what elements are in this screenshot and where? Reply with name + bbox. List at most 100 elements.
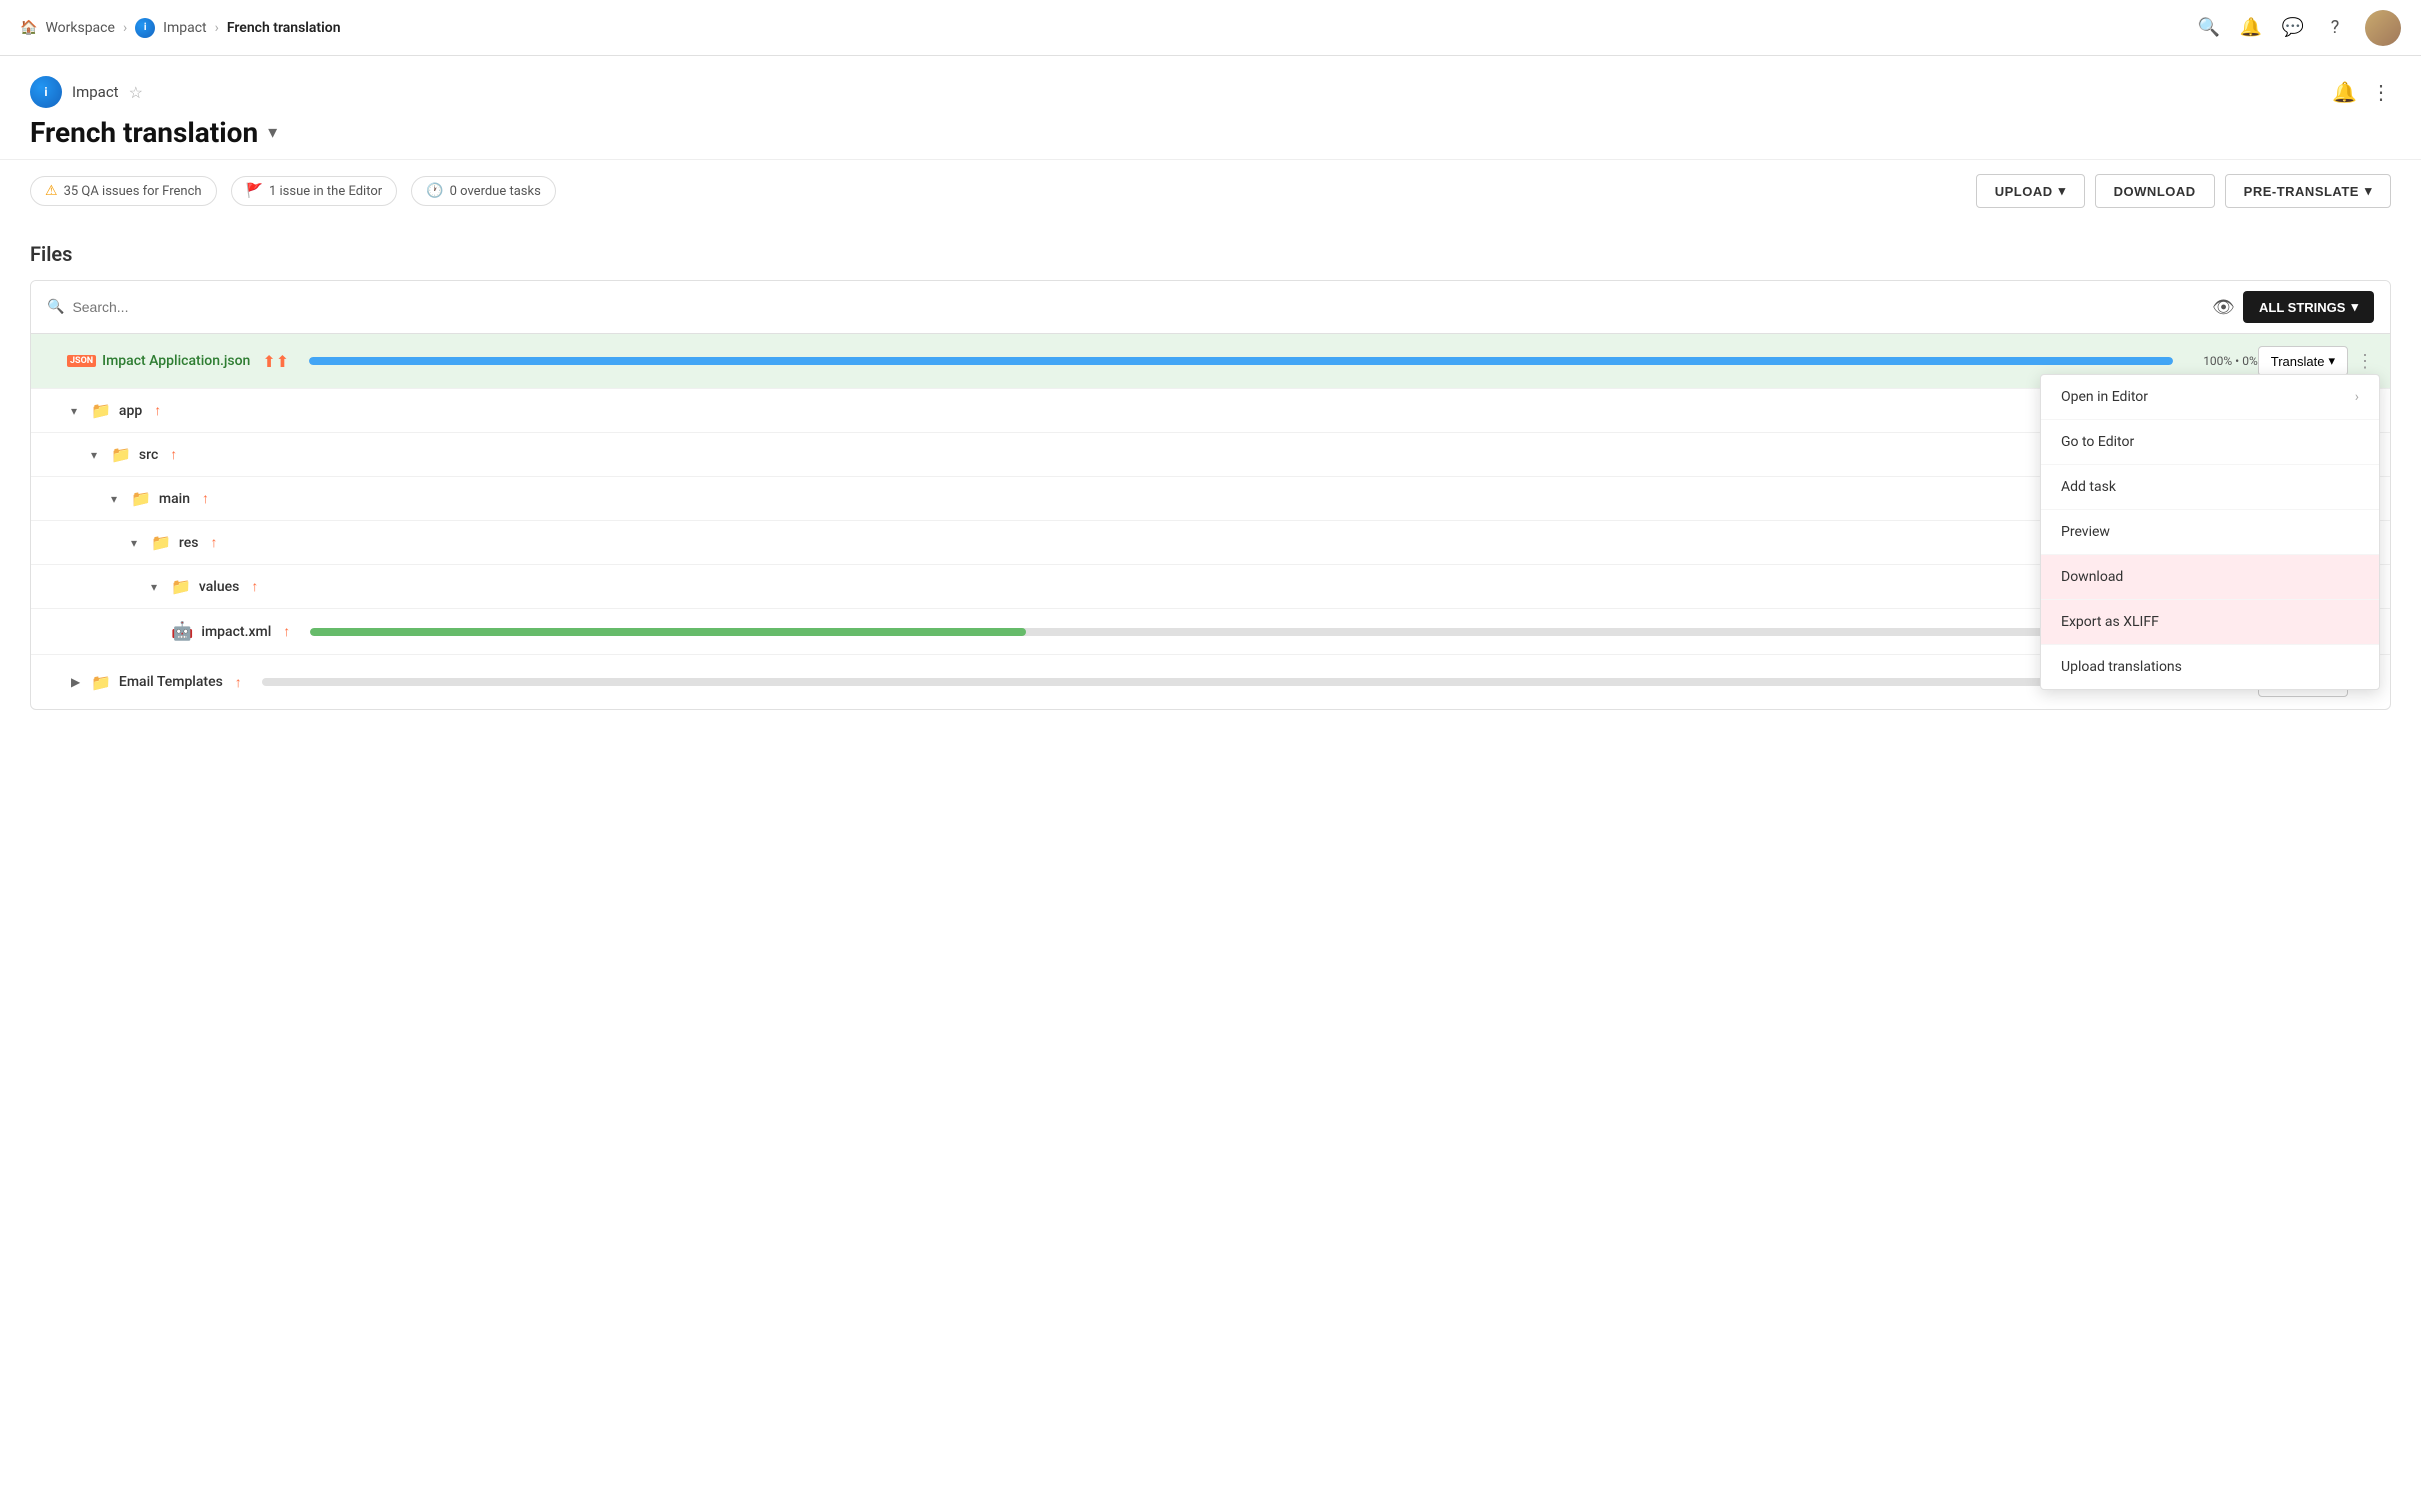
ctx-export-xliff[interactable]: Export as XLIFF: [2041, 600, 2379, 645]
file-row[interactable]: ▶ 📁 Email Templates ↑ 0% • 0% Translate …: [31, 655, 2390, 709]
files-toolbar: 🔍 👁 ALL STRINGS ▾: [31, 281, 2390, 334]
project-icon: i: [30, 76, 62, 108]
star-icon[interactable]: ☆: [129, 83, 143, 102]
row-toggle[interactable]: ▾: [111, 492, 131, 506]
up-arrow-icon: ↑: [202, 490, 209, 507]
progress-wrap: [262, 678, 2187, 686]
json-badge: JSON: [67, 355, 96, 367]
home-icon[interactable]: 🏠: [20, 20, 37, 36]
search-input[interactable]: [72, 299, 2212, 315]
file-name: res: [179, 535, 199, 551]
ctx-download[interactable]: Download: [2041, 555, 2379, 600]
file-row[interactable]: ▾ 📁 main ↑: [31, 477, 2390, 521]
all-strings-label: ALL STRINGS: [2259, 300, 2345, 315]
breadcrumb-sep-2: ›: [215, 20, 219, 36]
row-more-icon[interactable]: ⋮: [2356, 351, 2374, 372]
editor-issues-pill[interactable]: 🚩 1 issue in the Editor: [231, 176, 398, 206]
page-title: French translation: [30, 116, 258, 149]
ctx-upload-translations[interactable]: Upload translations: [2041, 645, 2379, 689]
action-buttons: UPLOAD ▾ DOWNLOAD PRE-TRANSLATE ▾: [1976, 174, 2391, 208]
percent-label: 100% • 0%: [2203, 354, 2258, 368]
ctx-submenu-icon: ›: [2355, 389, 2359, 405]
qa-issues-label: 35 QA issues for French: [64, 184, 202, 199]
file-name: main: [159, 491, 190, 507]
ctx-go-to-editor[interactable]: Go to Editor: [2041, 420, 2379, 465]
project-name[interactable]: Impact: [72, 83, 119, 101]
up-arrow-icon: ↑: [283, 623, 290, 640]
progress-fill: [310, 628, 1025, 636]
ctx-open-editor[interactable]: Open in Editor ›: [2041, 375, 2379, 420]
upload-dropdown-icon: ▾: [2059, 183, 2066, 199]
header-more-icon[interactable]: ⋮: [2371, 80, 2391, 104]
ctx-add-task[interactable]: Add task: [2041, 465, 2379, 510]
file-row[interactable]: ▾ 📁 values ↑: [31, 565, 2390, 609]
all-strings-button[interactable]: ALL STRINGS ▾: [2243, 291, 2374, 323]
translate-dropdown-icon: ▾: [2328, 353, 2335, 369]
workspace-link[interactable]: Workspace: [45, 20, 115, 36]
header-bell-icon[interactable]: 🔔: [2332, 80, 2357, 104]
breadcrumb: 🏠 Workspace › i Impact › French translat…: [20, 18, 2197, 38]
flag-icon: 🚩: [246, 183, 263, 199]
avatar[interactable]: [2365, 10, 2401, 46]
file-row[interactable]: ▾ 📁 src ↑: [31, 433, 2390, 477]
ctx-download-label: Download: [2061, 569, 2123, 585]
status-bar: ⚠ 35 QA issues for French 🚩 1 issue in t…: [0, 160, 2421, 222]
chat-icon[interactable]: 💬: [2281, 16, 2305, 40]
file-row[interactable]: ▾ 📁 app ↑: [31, 389, 2390, 433]
pre-translate-label: PRE-TRANSLATE: [2244, 184, 2359, 199]
row-toggle[interactable]: ▾: [151, 580, 171, 594]
file-row[interactable]: ▾ 📁 res ↑: [31, 521, 2390, 565]
folder-icon: 📁: [151, 533, 171, 552]
all-strings-dropdown-icon: ▾: [2351, 299, 2358, 315]
row-toggle[interactable]: ▾: [71, 404, 91, 418]
up-arrow-icon: ↑: [235, 674, 242, 691]
warning-icon: ⚠: [45, 183, 58, 199]
row-toggle[interactable]: ▾: [131, 536, 151, 550]
upload-button[interactable]: UPLOAD ▾: [1976, 174, 2085, 208]
file-row[interactable]: JSON Impact Application.json ⬆⬆ 100% • 0…: [31, 334, 2390, 389]
download-label: DOWNLOAD: [2114, 184, 2196, 199]
ctx-preview-label: Preview: [2061, 524, 2110, 540]
ctx-preview[interactable]: Preview: [2041, 510, 2379, 555]
files-container: 🔍 👁 ALL STRINGS ▾ JSON Impact Applicatio…: [30, 280, 2391, 710]
row-toggle[interactable]: ▾: [91, 448, 111, 462]
search-icon[interactable]: 🔍: [2197, 16, 2221, 40]
files-section: Files 🔍 👁 ALL STRINGS ▾ JSON Impact Appl…: [0, 222, 2421, 730]
folder-icon: 📁: [111, 445, 131, 464]
progress-wrap: [309, 357, 2173, 365]
progress-bar: [262, 678, 2187, 686]
overdue-tasks-pill[interactable]: 🕐 0 overdue tasks: [411, 176, 556, 206]
project-link[interactable]: Impact: [163, 20, 206, 36]
progress-fill: [309, 357, 2173, 365]
eye-icon[interactable]: 👁: [2212, 297, 2235, 318]
title-dropdown-icon[interactable]: ▾: [268, 122, 277, 143]
ctx-add-task-label: Add task: [2061, 479, 2116, 495]
page-header: i Impact ☆ 🔔 ⋮ French translation ▾: [0, 56, 2421, 160]
help-icon[interactable]: ?: [2323, 16, 2347, 40]
project-label: i Impact ☆ 🔔 ⋮: [30, 76, 2391, 108]
pre-translate-dropdown-icon: ▾: [2365, 183, 2372, 199]
search-wrap: 🔍: [47, 299, 2212, 315]
search-icon: 🔍: [47, 299, 64, 315]
download-button[interactable]: DOWNLOAD: [2095, 174, 2215, 208]
file-row[interactable]: 🤖 impact.xml ↑: [31, 609, 2390, 655]
bell-icon[interactable]: 🔔: [2239, 16, 2263, 40]
file-name: Email Templates: [119, 674, 223, 690]
ctx-go-to-editor-label: Go to Editor: [2061, 434, 2134, 450]
up-arrow-icon: ↑: [170, 446, 177, 463]
overdue-tasks-label: 0 overdue tasks: [450, 184, 541, 199]
folder-icon: 📁: [131, 489, 151, 508]
pre-translate-button[interactable]: PRE-TRANSLATE ▾: [2225, 174, 2391, 208]
file-name: app: [119, 403, 142, 419]
file-name: impact.xml: [201, 624, 271, 640]
row-toggle[interactable]: ▶: [71, 675, 91, 689]
nav-icons: 🔍 🔔 💬 ?: [2197, 10, 2401, 46]
translate-label: Translate: [2271, 354, 2325, 369]
up-arrow-icon: ↑: [251, 578, 258, 595]
translate-button[interactable]: Translate ▾: [2258, 346, 2348, 376]
qa-issues-pill[interactable]: ⚠ 35 QA issues for French: [30, 176, 217, 206]
project-icon-small: i: [135, 18, 155, 38]
folder-icon: 📁: [91, 401, 111, 420]
files-list: JSON Impact Application.json ⬆⬆ 100% • 0…: [31, 334, 2390, 709]
clock-icon: 🕐: [426, 183, 443, 199]
